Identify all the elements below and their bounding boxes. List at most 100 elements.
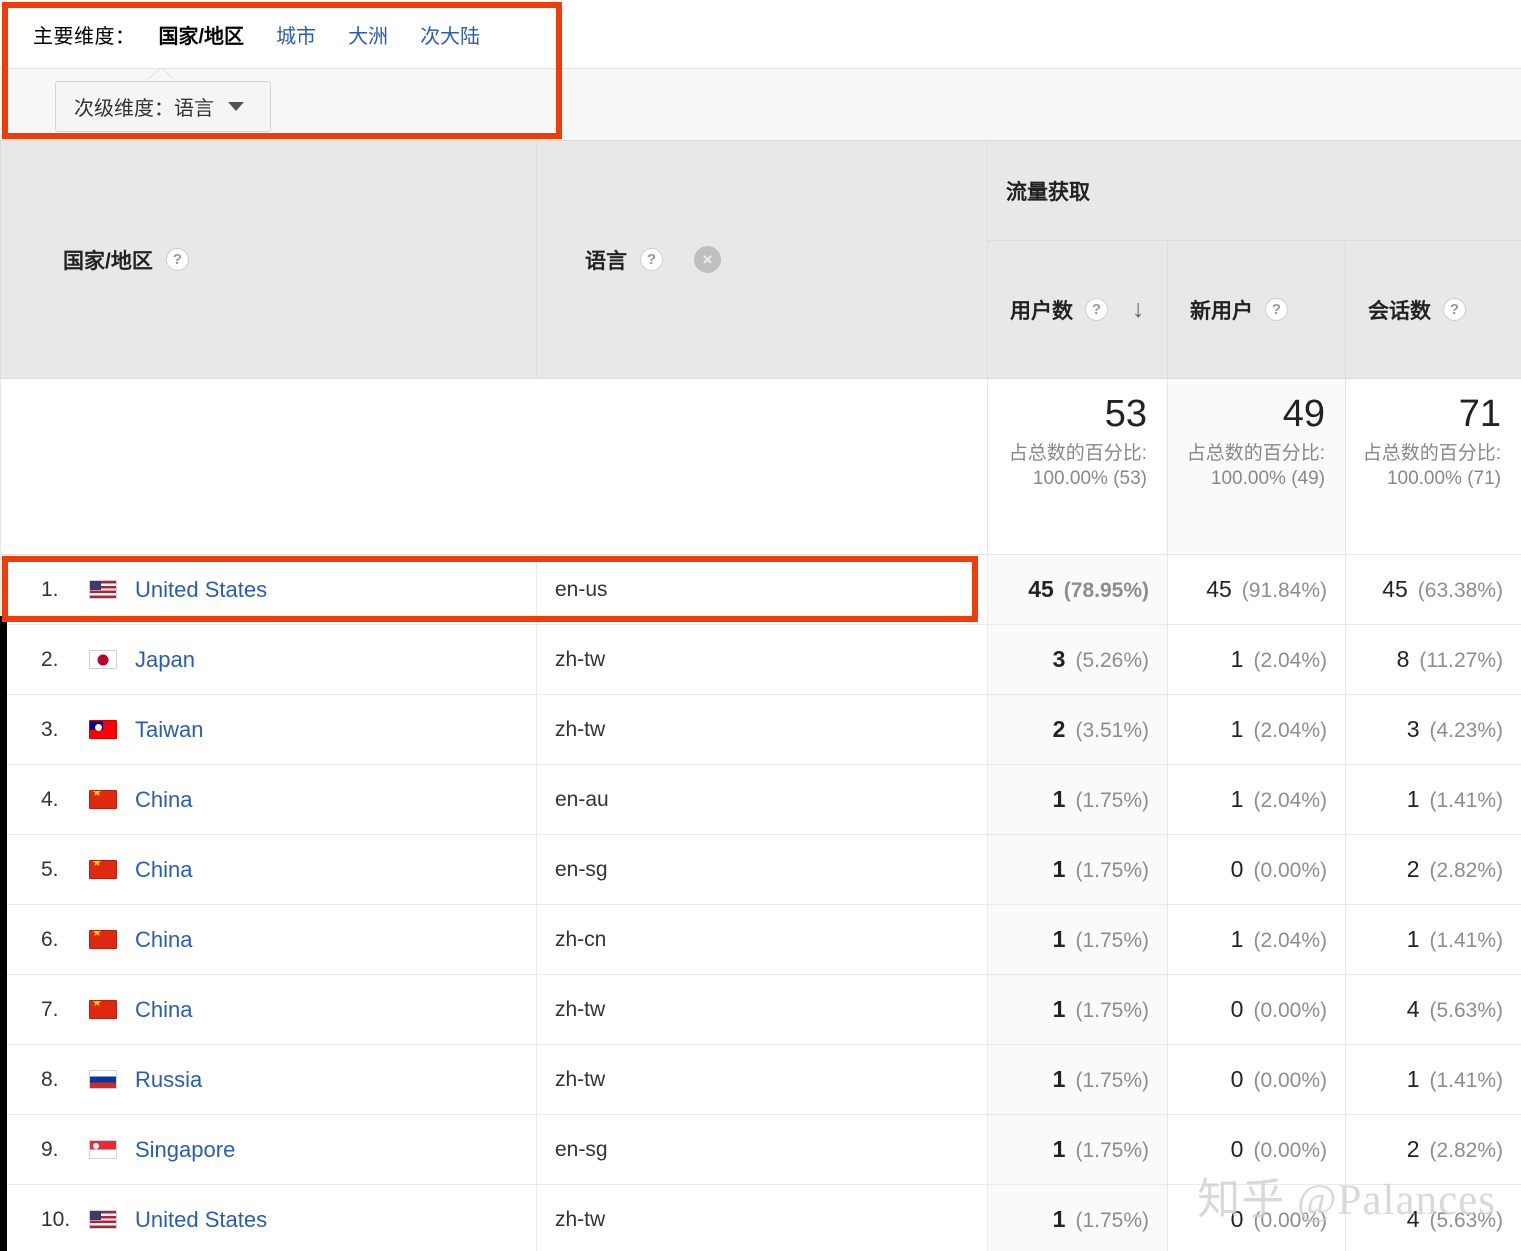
close-circle-icon[interactable]: ×	[694, 246, 721, 273]
sessions-percent: (63.38%)	[1417, 579, 1504, 602]
users-percent: (1.75%)	[1075, 999, 1149, 1022]
new-users-value: 45	[1206, 576, 1232, 602]
table-row[interactable]: 5. China en-sg 1 (1.75%) 0 (0.00%) 2 (2.82%)	[0, 834, 1521, 905]
flag-us-icon	[89, 1210, 117, 1229]
users-cell: 1 (1.75%)	[987, 904, 1168, 975]
new-users-value: 1	[1230, 646, 1244, 672]
table-row[interactable]: 2. Japan zh-tw 3 (5.26%) 1 (2.04%) 8 (11.27%)	[0, 624, 1521, 695]
sessions-percent: (1.41%)	[1429, 929, 1504, 952]
country-link[interactable]: China	[135, 857, 192, 883]
dimension-tab-continent[interactable]: 大洲	[348, 20, 388, 49]
dimension-tab-subcontinent[interactable]: 次大陆	[420, 20, 480, 49]
flag-jp-icon	[89, 650, 117, 669]
new-users-cell: 1 (2.04%)	[1167, 764, 1346, 835]
dimension-tab-city[interactable]: 城市	[276, 20, 316, 49]
help-icon[interactable]: ?	[640, 248, 663, 271]
sessions-value: 1	[1406, 926, 1420, 952]
help-icon[interactable]: ?	[1085, 298, 1108, 321]
users-cell: 2 (3.51%)	[987, 694, 1168, 765]
users-cell: 1 (1.75%)	[987, 1184, 1168, 1251]
sessions-percent: (11.27%)	[1419, 649, 1504, 672]
country-link[interactable]: Taiwan	[135, 717, 203, 743]
table-row[interactable]: 9. Singapore en-sg 1 (1.75%) 0 (0.00%) 2 (2.82%)	[0, 1114, 1521, 1185]
country-link[interactable]: China	[135, 997, 192, 1023]
table-row[interactable]: 10. United States zh-tw 1 (1.75%) 0 (0.00%) 4 (5…	[0, 1184, 1521, 1251]
help-icon[interactable]: ?	[1443, 298, 1466, 321]
users-value: 1	[1052, 1206, 1066, 1232]
flag-cn-icon	[89, 930, 117, 949]
table-row[interactable]: 4. China en-au 1 (1.75%) 1 (2.04%) 1 (1.41%)	[0, 764, 1521, 835]
country-link[interactable]: Japan	[135, 647, 195, 673]
row-rank: 1.	[41, 577, 59, 601]
new-users-cell: 0 (0.00%)	[1167, 834, 1346, 905]
column-header-language-label: 语言	[585, 249, 627, 273]
help-icon[interactable]: ?	[1265, 298, 1288, 321]
row-rank: 9.	[41, 1137, 59, 1161]
column-header-language[interactable]: 语言 ? ×	[536, 140, 988, 379]
table-row[interactable]: 6. China zh-cn 1 (1.75%) 1 (2.04%) 1 (1.41%)	[0, 904, 1521, 975]
totals-new-users-value: 49	[1282, 393, 1325, 435]
header-group-row: 国家/地区 ? 语言 ? × 流量获取	[0, 140, 1521, 379]
column-header-new-users[interactable]: 新用户 ?	[1167, 240, 1346, 379]
sessions-percent: (5.63%)	[1429, 1209, 1504, 1232]
row-rank: 4.	[41, 787, 59, 811]
table-row[interactable]: 8. Russia zh-tw 1 (1.75%) 0 (0.00%) 1 (1.41%)	[0, 1044, 1521, 1115]
totals-row: 53 占总数的百分比: 100.00% (53) 49 占总数的百分比: 100…	[0, 378, 1521, 555]
users-value: 2	[1052, 716, 1066, 742]
column-header-users-label: 用户数	[1010, 299, 1073, 323]
users-cell: 3 (5.26%)	[987, 624, 1168, 695]
help-icon[interactable]: ?	[165, 248, 189, 271]
new-users-cell: 0 (0.00%)	[1167, 974, 1346, 1045]
secondary-dimension-label: 次级维度：语言	[74, 98, 214, 120]
sessions-percent: (4.23%)	[1429, 719, 1504, 742]
column-header-users[interactable]: 用户数 ? ↓	[987, 240, 1168, 379]
users-cell: 1 (1.75%)	[987, 1114, 1168, 1185]
sessions-cell: 4 (5.63%)	[1344, 974, 1521, 1045]
secondary-dimension-button[interactable]: 次级维度：语言	[55, 81, 271, 132]
new-users-value: 0	[1230, 996, 1244, 1022]
country-link[interactable]: China	[135, 787, 192, 813]
primary-dimension-row: 主要维度： 国家/地区 城市 大洲 次大陆	[0, 0, 1521, 68]
new-users-cell: 0 (0.00%)	[1167, 1184, 1346, 1251]
country-cell: 5. China	[0, 834, 537, 905]
new-users-percent: (2.04%)	[1253, 719, 1327, 742]
users-percent: (1.75%)	[1075, 929, 1149, 952]
column-header-sessions[interactable]: 会话数 ?	[1344, 240, 1521, 379]
table-body: 1. United States en-us 45 (78.95%) 45 (91.84%)…	[0, 554, 1521, 1251]
users-percent: (1.75%)	[1075, 1139, 1149, 1162]
totals-new-users-cell: 49 占总数的百分比: 100.00% (49)	[1167, 378, 1346, 555]
country-link[interactable]: Russia	[135, 1067, 202, 1093]
sessions-cell: 1 (1.41%)	[1344, 904, 1521, 975]
sessions-value: 2	[1406, 1136, 1420, 1162]
totals-row-body: 53 占总数的百分比: 100.00% (53) 49 占总数的百分比: 100…	[0, 378, 1521, 555]
new-users-percent: (2.04%)	[1253, 929, 1327, 952]
sessions-percent: (1.41%)	[1429, 1069, 1504, 1092]
primary-dimension-label: 主要维度：	[33, 25, 136, 48]
column-header-country[interactable]: 国家/地区 ?	[0, 140, 537, 379]
language-cell: zh-cn	[536, 904, 988, 975]
new-users-cell: 0 (0.00%)	[1167, 1114, 1346, 1185]
country-link[interactable]: United States	[135, 577, 267, 603]
table-row[interactable]: 7. China zh-tw 1 (1.75%) 0 (0.00%) 4 (5.63%)	[0, 974, 1521, 1045]
language-cell: zh-tw	[536, 694, 988, 765]
country-cell: 6. China	[0, 904, 537, 975]
new-users-percent: (2.04%)	[1253, 649, 1327, 672]
country-link[interactable]: China	[135, 927, 192, 953]
country-cell: 2. Japan	[0, 624, 537, 695]
language-cell: zh-tw	[536, 624, 988, 695]
country-link[interactable]: Singapore	[135, 1137, 235, 1163]
new-users-value: 0	[1230, 1206, 1244, 1232]
language-cell: en-sg	[536, 1114, 988, 1185]
new-users-percent: (91.84%)	[1241, 579, 1327, 602]
users-value: 1	[1052, 786, 1066, 812]
arrow-down-icon[interactable]: ↓	[1132, 297, 1145, 322]
new-users-value: 1	[1230, 786, 1244, 812]
totals-sessions-subtitle: 占总数的百分比: 100.00% (71)	[1362, 442, 1502, 489]
table-row[interactable]: 1. United States en-us 45 (78.95%) 45 (91.84%)…	[0, 554, 1521, 625]
totals-users-cell: 53 占总数的百分比: 100.00% (53)	[987, 378, 1168, 555]
country-link[interactable]: United States	[135, 1207, 267, 1233]
table-row[interactable]: 3. Taiwan zh-tw 2 (3.51%) 1 (2.04%) 3 (4.23%)	[0, 694, 1521, 765]
new-users-percent: (0.00%)	[1253, 859, 1327, 882]
bottom-edge-strip	[0, 1241, 7, 1251]
dimension-tab-country[interactable]: 国家/地区	[159, 20, 245, 49]
